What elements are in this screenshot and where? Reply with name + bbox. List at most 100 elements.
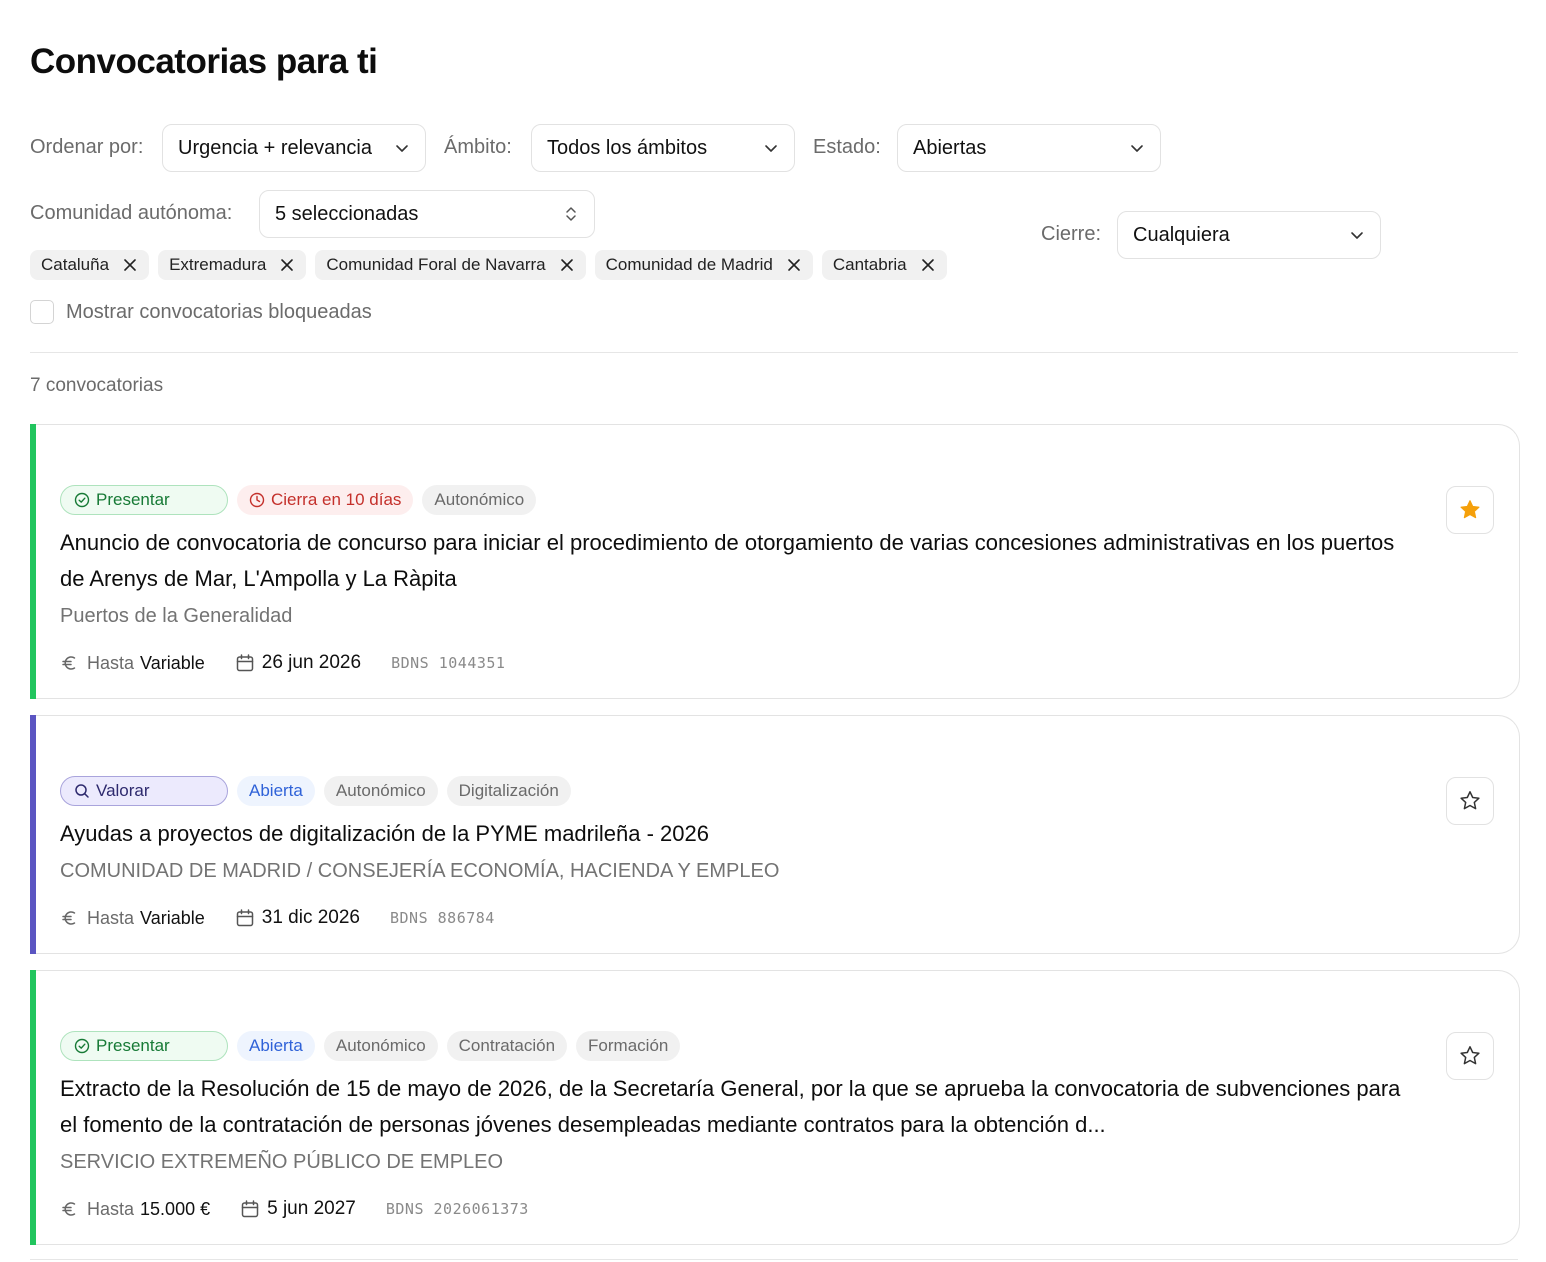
check-circle-icon [74,492,90,508]
scope-select-value: Todos los ámbitos [547,136,708,159]
bdns-id: BDNS 2026061373 [385,1200,529,1218]
region-select[interactable]: 5 seleccionadas [259,190,595,238]
card-meta: Hasta Variable 31 dic 2026 BDNS 886784 [60,904,1420,932]
favorite-button[interactable] [1446,486,1494,534]
euro-icon [62,1202,76,1216]
amount-label: Hasta [87,907,135,928]
star-outline-icon [1460,1046,1480,1065]
chip-label: Extremadura [169,255,267,274]
card-organization: COMUNIDAD DE MADRID / CONSEJERÍA ECONOMÍ… [60,860,780,882]
close-icon[interactable] [560,258,574,272]
order-select-value: Urgencia + relevancia [178,136,372,159]
divider [30,352,1518,353]
search-icon [75,784,89,798]
euro-icon [62,911,76,925]
tag-badge: Autonómico [323,776,438,806]
amount-value: Variable [140,652,205,673]
tag-badge: Autonómico [422,485,537,515]
star-filled-icon [1460,500,1480,519]
grant-card[interactable]: Valorar Abierta Autonómico Digitalizació… [30,715,1520,954]
bdns-id: BDNS 1044351 [391,654,506,672]
close-icon[interactable] [280,258,294,272]
chevron-down-icon [1131,145,1143,152]
calendar-icon [236,654,253,672]
grant-card[interactable]: Presentar Abierta Autonómico Contratació… [30,970,1520,1245]
scope-label: Ámbito: [444,136,512,158]
chevron-up-down-icon [566,207,576,221]
order-select[interactable]: Urgencia + relevancia [162,124,426,172]
star-outline-icon [1460,791,1480,810]
divider [30,1259,1518,1260]
region-chip: Comunidad Foral de Navarra [315,250,586,280]
close-icon[interactable] [123,258,137,272]
amount-label: Hasta [87,652,135,673]
tag-badge: Formación [576,1031,681,1061]
region-chip: Cantabria [821,250,947,280]
chevron-down-icon [765,145,777,152]
amount-label: Hasta [87,1198,135,1219]
chevron-down-icon [396,145,408,152]
status-select-value: Abiertas [913,136,987,159]
show-blocked-label: Mostrar convocatorias bloqueadas [66,300,372,323]
card-title[interactable]: Extracto de la Resolución de 15 de mayo … [60,1071,1420,1143]
chip-label: Cataluña [41,255,110,274]
tag-badge: Contratación [446,1031,568,1061]
calendar-icon [236,909,253,927]
chip-label: Cantabria [832,255,907,274]
card-accent-bar [30,424,36,699]
closing-select-value: Cualquiera [1133,223,1230,246]
deadline-badge-label: Cierra en 10 días [271,490,402,509]
action-badge-label: Presentar [96,1036,170,1055]
chevron-down-icon [1351,232,1363,239]
calendar-icon [241,1200,259,1218]
chip-label: Comunidad de Madrid [605,255,773,274]
action-badge-label: Valorar [96,781,150,800]
show-blocked-checkbox[interactable] [30,300,54,324]
deadline-date: 26 jun 2026 [261,652,362,673]
region-label: Comunidad autónoma: [30,202,233,224]
results-count: 7 convocatorias [30,375,164,396]
card-title[interactable]: Ayudas a proyectos de digitalización de … [60,816,1420,852]
card-accent-bar [30,715,36,954]
scope-select[interactable]: Todos los ámbitos [531,124,795,172]
card-title[interactable]: Anuncio de convocatoria de concurso para… [60,525,1420,597]
action-badge-label: Presentar [96,490,170,509]
action-badge: Valorar [60,776,228,806]
amount-value: 15.000 € [140,1198,211,1219]
status-badge: Abierta [237,776,315,806]
card-accent-bar [30,970,36,1245]
card-meta: Hasta Variable 26 jun 2026 BDNS 1044351 [60,649,1420,677]
region-chip: Comunidad de Madrid [594,250,813,280]
tag-badge: Digitalización [446,776,571,806]
favorite-button[interactable] [1446,1032,1494,1080]
grant-card[interactable]: Presentar Cierra en 10 días Autonómico A… [30,424,1520,699]
show-blocked-toggle[interactable]: Mostrar convocatorias bloqueadas [30,300,372,324]
tag-badge: Autonómico [323,1031,438,1061]
card-meta: Hasta 15.000 € 5 jun 2027 BDNS 202606137… [60,1195,1420,1223]
status-badge: Abierta [237,1031,315,1061]
region-chip: Cataluña [30,250,150,280]
clock-icon [249,492,265,508]
status-select[interactable]: Abiertas [897,124,1161,172]
close-icon[interactable] [787,258,801,272]
bdns-id: BDNS 886784 [390,909,495,927]
closing-label: Cierre: [1041,223,1102,245]
region-select-value: 5 seleccionadas [275,202,419,225]
deadline-date: 31 dic 2026 [261,907,360,928]
status-label: Estado: [813,136,881,158]
deadline-date: 5 jun 2027 [267,1198,356,1219]
card-organization: SERVICIO EXTREMEÑO PÚBLICO DE EMPLEO [60,1151,504,1173]
page-title: Convocatorias para ti [30,42,378,81]
deadline-badge: Cierra en 10 días [237,485,414,515]
euro-icon [62,656,76,670]
action-badge: Presentar [60,1031,228,1061]
order-label: Ordenar por: [30,136,144,158]
close-icon[interactable] [921,258,935,272]
closing-select[interactable]: Cualquiera [1117,211,1381,259]
check-circle-icon [74,1038,90,1054]
favorite-button[interactable] [1446,777,1494,825]
region-chip: Extremadura [158,250,307,280]
region-chips: Cataluña Extremadura Comunidad Foral de … [30,250,947,280]
card-organization: Puertos de la Generalidad [60,605,293,627]
chip-label: Comunidad Foral de Navarra [326,255,546,274]
